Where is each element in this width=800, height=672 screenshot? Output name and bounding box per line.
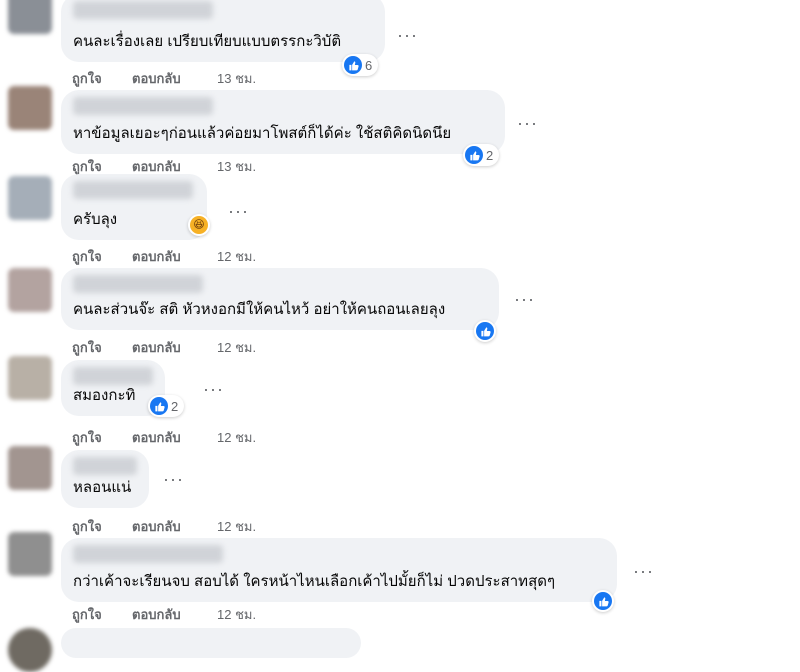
more-options-icon[interactable]: ··· <box>228 202 249 220</box>
author-name[interactable] <box>73 97 213 115</box>
author-name[interactable] <box>73 457 137 475</box>
comment-text: กว่าเค้าจะเรียนจบ สอบได้ ใครหน้าไหนเลือก… <box>73 573 556 590</box>
like-reaction-icon <box>594 592 612 610</box>
like-button[interactable]: ถูกใจ <box>72 516 132 537</box>
reply-button[interactable]: ตอบกลับ <box>132 604 192 625</box>
reaction-count: 6 <box>365 57 373 73</box>
reaction-summary[interactable]: 😆 <box>188 214 210 236</box>
timestamp[interactable]: 13 ชม. <box>217 156 277 177</box>
avatar[interactable] <box>8 628 52 672</box>
comment-text: คนละส่วนจ๊ะ สติ หัวหงอกมีให้คนไหว้ อย่าใ… <box>73 301 446 318</box>
comment-bubble <box>61 628 361 658</box>
reply-button[interactable]: ตอบกลับ <box>132 337 192 358</box>
more-options-icon[interactable]: ··· <box>203 380 224 398</box>
reaction-count: 2 <box>171 398 179 414</box>
reply-button[interactable]: ตอบกลับ <box>132 68 192 89</box>
like-button[interactable]: ถูกใจ <box>72 337 132 358</box>
more-options-icon[interactable]: ··· <box>514 290 535 308</box>
like-reaction-icon <box>150 397 168 415</box>
reply-button[interactable]: ตอบกลับ <box>132 516 192 537</box>
timestamp[interactable]: 12 ชม. <box>217 337 277 358</box>
comment-actions: ถูกใจ ตอบกลับ 12 ชม. <box>72 337 277 358</box>
reaction-summary[interactable] <box>474 320 496 342</box>
reaction-summary[interactable]: 6 <box>342 54 379 76</box>
comment-actions: ถูกใจ ตอบกลับ 12 ชม. <box>72 246 277 267</box>
reaction-summary[interactable]: 2 <box>463 144 500 166</box>
reply-button[interactable]: ตอบกลับ <box>132 427 192 448</box>
author-name[interactable] <box>73 1 213 19</box>
author-name[interactable] <box>73 275 203 293</box>
timestamp[interactable]: 13 ชม. <box>217 68 277 89</box>
more-options-icon[interactable]: ··· <box>397 26 418 44</box>
timestamp[interactable]: 12 ชม. <box>217 604 277 625</box>
like-reaction-icon <box>465 146 483 164</box>
comment-text: คนละเรื่องเลย เปรียบเทียบแบบตรรกะวิบัติ <box>73 33 342 50</box>
avatar[interactable] <box>8 446 52 490</box>
comment-bubble: หลอนแน่ <box>61 450 149 508</box>
comment-text: ครับลุง <box>73 211 118 228</box>
comment-actions: ถูกใจ ตอบกลับ 12 ชม. <box>72 604 277 625</box>
reply-button[interactable]: ตอบกลับ <box>132 246 192 267</box>
avatar[interactable] <box>8 356 52 400</box>
author-name[interactable] <box>73 545 223 563</box>
reaction-count: 2 <box>486 147 494 163</box>
comment-text: หาข้อมูลเยอะๆก่อนแล้วค่อยมาโพสต์ก็ได้ค่ะ… <box>73 125 452 142</box>
comment-actions: ถูกใจ ตอบกลับ 12 ชม. <box>72 516 277 537</box>
comment-text: หลอนแน่ <box>73 479 132 496</box>
avatar[interactable] <box>8 176 52 220</box>
avatar[interactable] <box>8 532 52 576</box>
comment-bubble: หาข้อมูลเยอะๆก่อนแล้วค่อยมาโพสต์ก็ได้ค่ะ… <box>61 90 505 154</box>
avatar[interactable] <box>8 0 52 34</box>
more-options-icon[interactable]: ··· <box>633 562 654 580</box>
comment-actions: ถูกใจ ตอบกลับ 12 ชม. <box>72 427 277 448</box>
timestamp[interactable]: 12 ชม. <box>217 427 277 448</box>
timestamp[interactable]: 12 ชม. <box>217 516 277 537</box>
haha-reaction-icon: 😆 <box>190 216 208 234</box>
author-name[interactable] <box>73 181 193 199</box>
comment-bubble: ครับลุง <box>61 174 207 240</box>
timestamp[interactable]: 12 ชม. <box>217 246 277 267</box>
avatar[interactable] <box>8 86 52 130</box>
comment-actions: ถูกใจ ตอบกลับ 13 ชม. <box>72 68 277 89</box>
more-options-icon[interactable]: ··· <box>517 114 538 132</box>
comment-bubble: คนละส่วนจ๊ะ สติ หัวหงอกมีให้คนไหว้ อย่าใ… <box>61 268 499 330</box>
comment-bubble: กว่าเค้าจะเรียนจบ สอบได้ ใครหน้าไหนเลือก… <box>61 538 617 602</box>
comment-bubble: คนละเรื่องเลย เปรียบเทียบแบบตรรกะวิบัติ <box>61 0 385 62</box>
more-options-icon[interactable]: ··· <box>163 470 184 488</box>
like-button[interactable]: ถูกใจ <box>72 604 132 625</box>
like-reaction-icon <box>476 322 494 340</box>
like-button[interactable]: ถูกใจ <box>72 427 132 448</box>
avatar[interactable] <box>8 268 52 312</box>
like-button[interactable]: ถูกใจ <box>72 68 132 89</box>
reaction-summary[interactable]: 2 <box>148 395 185 417</box>
reaction-summary[interactable] <box>592 590 614 612</box>
like-button[interactable]: ถูกใจ <box>72 246 132 267</box>
comment-text: สมองกะทิ <box>73 387 136 404</box>
like-reaction-icon <box>344 56 362 74</box>
